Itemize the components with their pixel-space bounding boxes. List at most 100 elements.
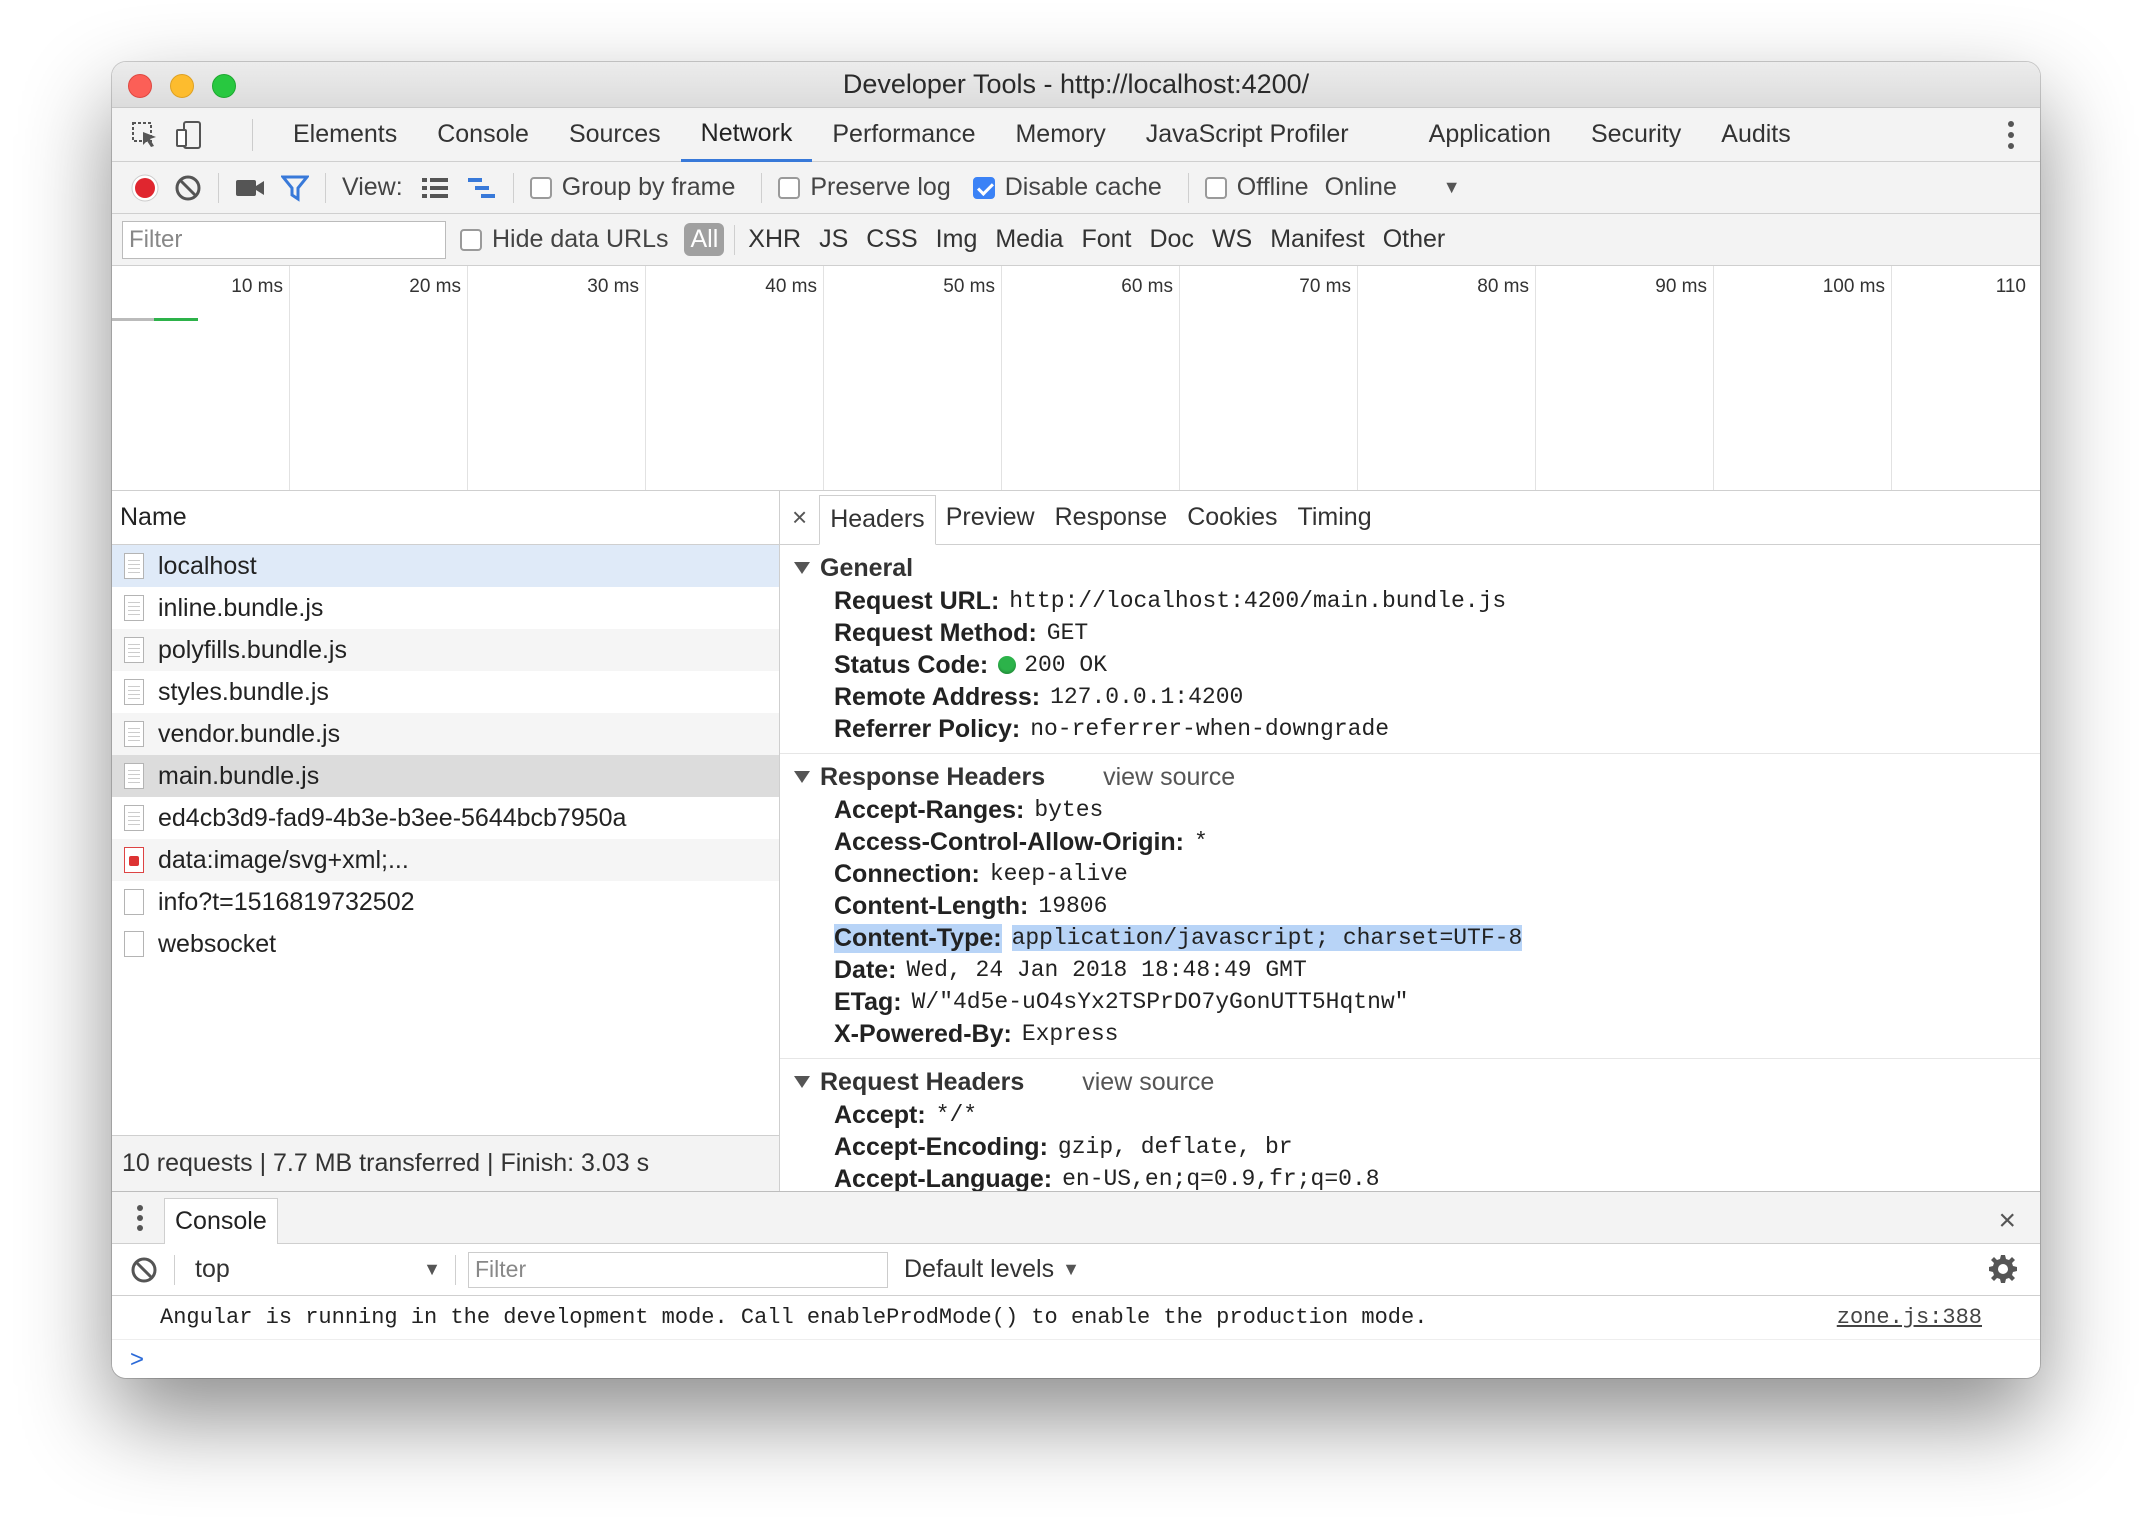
tab-memory[interactable]: Memory	[995, 108, 1125, 162]
response-headers-section-header[interactable]: Response Headers view source	[780, 760, 2040, 794]
dropdown-arrow-icon: ▼	[423, 1259, 441, 1279]
device-toolbar-icon[interactable]	[174, 120, 204, 150]
tab-response[interactable]: Response	[1045, 491, 1178, 545]
document-icon	[124, 553, 144, 579]
filter-type-img[interactable]: Img	[927, 225, 987, 254]
capture-screenshots-icon[interactable]	[235, 177, 265, 199]
zoom-window-button[interactable]	[212, 74, 236, 98]
request-row[interactable]: info?t=1516819732502	[112, 881, 779, 923]
waterfall-icon[interactable]	[467, 176, 497, 200]
close-detail-icon[interactable]: ×	[788, 502, 819, 533]
filter-input[interactable]	[122, 220, 446, 259]
title-bar: Developer Tools - http://localhost:4200/	[112, 62, 2040, 108]
offline-checkbox[interactable]: Offline	[1204, 173, 1309, 202]
filter-type-other[interactable]: Other	[1374, 225, 1455, 254]
tab-preview[interactable]: Preview	[936, 491, 1045, 545]
timeline-tick: 80 ms	[1358, 266, 1536, 490]
request-row[interactable]: vendor.bundle.js	[112, 713, 779, 755]
tab-audits[interactable]: Audits	[1701, 108, 1810, 162]
checkbox-box[interactable]	[972, 176, 995, 199]
close-window-button[interactable]	[128, 74, 152, 98]
console-filter-input[interactable]	[468, 1251, 888, 1288]
network-toolbar: View: Group by frame Preserve log Disabl…	[112, 162, 2040, 214]
tab-sources[interactable]: Sources	[549, 108, 681, 162]
tab-cookies[interactable]: Cookies	[1177, 491, 1287, 545]
clear-console-icon[interactable]	[130, 1256, 158, 1284]
drawer-menu-icon[interactable]	[136, 1203, 144, 1233]
header-key: Remote Address:	[834, 682, 1041, 711]
request-name: info?t=1516819732502	[158, 887, 415, 916]
timeline-overview[interactable]: 10 ms 20 ms 30 ms 40 ms 50 ms 60 ms 70 m…	[112, 266, 2040, 491]
tab-performance[interactable]: Performance	[812, 108, 995, 162]
request-row[interactable]: inline.bundle.js	[112, 587, 779, 629]
header-value: Express	[1021, 1021, 1119, 1047]
view-source-link[interactable]: view source	[1103, 763, 1235, 792]
checkbox-box[interactable]	[529, 176, 552, 199]
request-name: styles.bundle.js	[158, 677, 329, 706]
header-key: Accept-Encoding:	[834, 1132, 1048, 1161]
view-source-link[interactable]: view source	[1082, 1068, 1214, 1097]
tab-network[interactable]: Network	[680, 108, 813, 162]
hide-data-urls-checkbox[interactable]: Hide data URLs	[460, 225, 668, 254]
tab-javascript-profiler[interactable]: JavaScript Profiler	[1126, 108, 1369, 162]
filter-type-ws[interactable]: WS	[1203, 225, 1261, 254]
console-prompt[interactable]: >	[112, 1340, 2040, 1378]
inspect-element-icon[interactable]	[130, 120, 160, 150]
tab-console[interactable]: Console	[417, 108, 549, 162]
request-row[interactable]: main.bundle.js	[112, 755, 779, 797]
console-message: Angular is running in the development mo…	[112, 1296, 2040, 1340]
tab-security[interactable]: Security	[1571, 108, 1701, 162]
name-column-header[interactable]: Name	[112, 491, 779, 545]
source-link[interactable]: zone.js:388	[1837, 1305, 1982, 1330]
group-by-frame-checkbox[interactable]: Group by frame	[529, 173, 735, 202]
drawer-tab-console[interactable]: Console	[164, 1197, 278, 1244]
header-value: no-referrer-when-downgrade	[1030, 716, 1390, 742]
clear-icon[interactable]	[174, 174, 202, 202]
timeline-tick: 70 ms	[1180, 266, 1358, 490]
filter-type-font[interactable]: Font	[1072, 225, 1140, 254]
context-select[interactable]: top ▼	[175, 1255, 455, 1284]
timeline-tick: 40 ms	[646, 266, 824, 490]
filter-type-xhr[interactable]: XHR	[739, 225, 810, 254]
filter-type-doc[interactable]: Doc	[1140, 225, 1202, 254]
tab-timing[interactable]: Timing	[1288, 491, 1382, 545]
filter-type-media[interactable]: Media	[986, 225, 1072, 254]
request-row[interactable]: localhost	[112, 545, 779, 587]
header-value: 200 OK	[1024, 652, 1108, 678]
more-options-icon[interactable]	[2006, 118, 2016, 152]
request-headers-section-header[interactable]: Request Headers view source	[780, 1065, 2040, 1099]
checkbox-box[interactable]	[778, 176, 801, 199]
preserve-log-checkbox[interactable]: Preserve log	[778, 173, 951, 202]
minimize-window-button[interactable]	[170, 74, 194, 98]
header-key: Connection:	[834, 859, 980, 888]
large-rows-icon[interactable]	[421, 176, 449, 200]
filter-icon[interactable]	[281, 174, 309, 202]
request-row[interactable]: websocket	[112, 923, 779, 965]
request-row[interactable]: data:image/svg+xml;...	[112, 839, 779, 881]
view-label: View:	[342, 173, 403, 201]
throttling-select[interactable]: Online ▼	[1325, 173, 1461, 202]
record-icon[interactable]	[130, 173, 160, 203]
checkbox-box[interactable]	[1204, 176, 1227, 199]
request-row[interactable]: styles.bundle.js	[112, 671, 779, 713]
general-section-header[interactable]: General	[780, 551, 2040, 585]
tab-application[interactable]: Application	[1409, 108, 1571, 162]
gear-icon[interactable]	[1988, 1254, 2018, 1284]
close-drawer-icon[interactable]: ×	[1998, 1204, 2016, 1238]
header-value: GET	[1046, 620, 1089, 646]
checkbox-box[interactable]	[460, 228, 482, 251]
header-entry-selected: Content-Type: application/javascript; cha…	[780, 922, 2040, 954]
filter-type-js[interactable]: JS	[810, 225, 857, 254]
filter-type-all[interactable]: All	[684, 223, 725, 256]
disable-cache-checkbox[interactable]: Disable cache	[972, 173, 1162, 202]
request-row[interactable]: ed4cb3d9-fad9-4b3e-b3ee-5644bcb7950a	[112, 797, 779, 839]
filter-type-manifest[interactable]: Manifest	[1261, 225, 1373, 254]
tab-elements[interactable]: Elements	[273, 108, 417, 162]
header-value: 127.0.0.1:4200	[1050, 684, 1244, 710]
request-row[interactable]: polyfills.bundle.js	[112, 629, 779, 671]
main-tab-bar: Elements Console Sources Network Perform…	[112, 108, 2040, 162]
header-entry: Date: Wed, 24 Jan 2018 18:48:49 GMT	[780, 954, 2040, 986]
tab-headers[interactable]: Headers	[819, 494, 936, 545]
log-levels-select[interactable]: Default levels ▼	[904, 1255, 1080, 1284]
filter-type-css[interactable]: CSS	[857, 225, 926, 254]
